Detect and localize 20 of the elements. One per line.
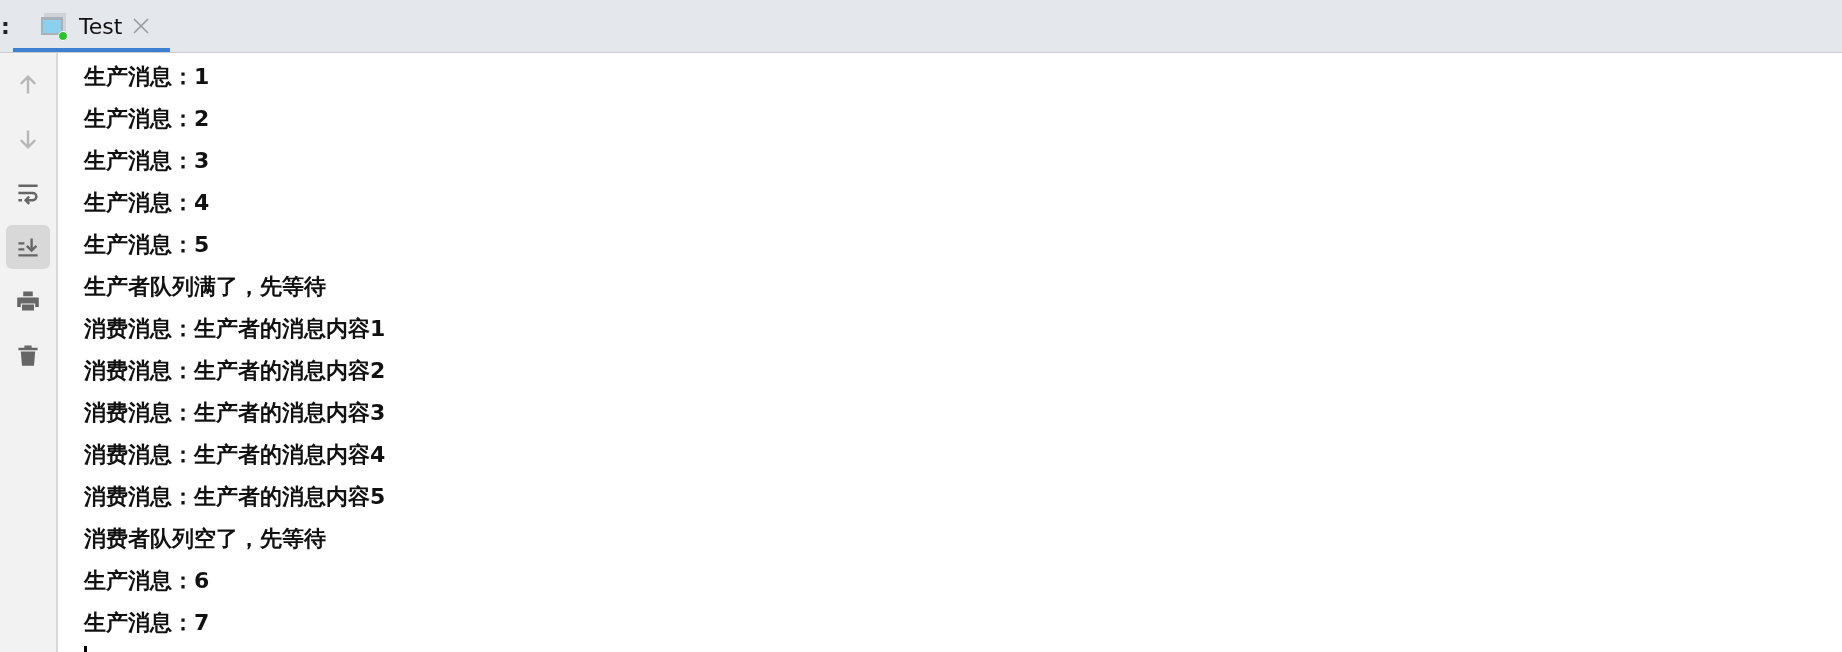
console-line: 消费消息：生产者的消息内容1 [84, 315, 386, 343]
console-line: 生产消息：4 [84, 189, 211, 217]
console-line: 消费消息：生产者的消息内容2 [84, 357, 386, 385]
tab-bar-prefix: : [1, 12, 11, 41]
console-line: 生产消息：3 [84, 147, 211, 175]
console-line: 生产消息：2 [84, 105, 211, 133]
scroll-to-end-button[interactable] [6, 225, 50, 269]
console-line: 生产消息：1 [84, 63, 211, 91]
print-icon [16, 289, 40, 313]
console-line: 消费消息：生产者的消息内容3 [84, 399, 386, 427]
console-line: 消费消息：生产者的消息内容5 [84, 483, 386, 511]
trash-icon [16, 343, 40, 367]
console-line: 生产者队列满了，先等待 [84, 273, 327, 301]
console-line: 生产消息：5 [84, 231, 211, 259]
console-line: 生产消息：6 [84, 567, 211, 595]
console-line: 消费者队列空了，先等待 [84, 525, 327, 553]
console-line: 消费消息：生产者的消息内容4 [84, 441, 386, 469]
console-line: 生产消息：7 [84, 609, 211, 637]
close-icon[interactable] [132, 17, 151, 35]
run-tab[interactable]: Test [13, 4, 171, 52]
